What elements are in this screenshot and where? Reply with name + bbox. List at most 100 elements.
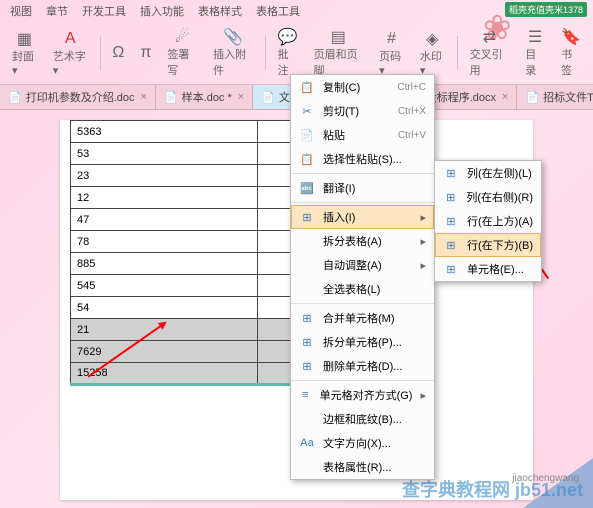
menu-label: 粘贴 (323, 127, 390, 143)
menu-shortcut: Ctrl+V (398, 130, 426, 141)
doc-tab[interactable]: 📄招标文件TDZC2016N0108 (1).doc× (517, 85, 593, 109)
attach-icon: 📎 (223, 28, 243, 46)
menu-item[interactable]: 📋 选择性粘贴(S)... (291, 147, 434, 171)
tab-view[interactable]: 视图 (10, 3, 32, 19)
menu-item[interactable]: ⊞ 插入(I) ▸ (291, 205, 434, 229)
omega-button[interactable]: Ω (108, 42, 128, 64)
menu-item[interactable]: ⊞ 合并单元格(M) (291, 306, 434, 330)
menu-icon: 📋 (299, 81, 315, 94)
watermark-button[interactable]: ◈水印▾ (416, 28, 449, 79)
menu-icon: 🔤 (299, 182, 315, 195)
sign-button[interactable]: ☄签署写 (163, 26, 201, 80)
separator (265, 36, 266, 70)
separator (457, 36, 458, 70)
menu-item[interactable]: Aa 文字方向(X)... (291, 431, 434, 455)
menu-item[interactable]: ⊞ 列(在右侧)(R) (435, 185, 541, 209)
tab-tabletool[interactable]: 表格工具 (256, 3, 300, 19)
pi-button[interactable]: π (136, 42, 155, 64)
menu-item[interactable]: ⊞ 行(在下方)(B) (435, 233, 541, 257)
menu-item[interactable]: ⊞列(在左侧)(L) (435, 161, 541, 185)
menu-label: 删除单元格(D)... (323, 358, 426, 374)
header-footer-button[interactable]: ▤页眉和页脚 (310, 26, 368, 80)
menu-item[interactable]: ⊞单元格(E)... (435, 257, 541, 281)
tab-tablestyle[interactable]: 表格样式 (198, 3, 242, 19)
menu-label: 剪切(T) (323, 103, 390, 119)
attach-button[interactable]: 📎插入附件 (209, 26, 257, 80)
chevron-right-icon: ▸ (420, 389, 426, 402)
menu-icon: ✂ (299, 105, 315, 118)
menu-icon: ⊞ (443, 191, 458, 204)
menu-icon: ⊞ (299, 336, 315, 349)
chevron-right-icon: ▸ (420, 259, 426, 272)
menu-label: 自动调整(A) (323, 257, 412, 273)
menu-label: 全选表格(L) (323, 281, 426, 297)
menu-label: 表格属性(R)... (323, 459, 426, 475)
menu-item[interactable]: 全选表格(L) (291, 277, 434, 301)
cover-icon: ▦ (17, 30, 32, 48)
chevron-right-icon: ▸ (420, 235, 426, 248)
chevron-right-icon: ▸ (420, 211, 426, 224)
art-icon: A (65, 30, 76, 48)
menu-item[interactable]: ✂ 剪切(T) Ctrl+X (291, 99, 434, 123)
menu-item[interactable]: 🔤翻译(I) (291, 176, 434, 200)
doc-tab[interactable]: 📄样本.doc *× (156, 85, 253, 109)
menu-item[interactable]: 📄 粘贴 Ctrl+V (291, 123, 434, 147)
menu-label: 合并单元格(M) (323, 310, 426, 326)
cover-button[interactable]: ▦封面▾ (8, 28, 41, 79)
menu-icon: ⊞ (299, 211, 315, 224)
menu-shortcut: Ctrl+C (397, 82, 426, 93)
menu-label: 文字方向(X)... (323, 435, 426, 451)
menu-label: 列(在右侧)(R) (466, 189, 533, 205)
doc-tab[interactable]: 📄打印机参数及介绍.doc× (0, 85, 156, 109)
menu-icon: ⊞ (443, 239, 459, 252)
menu-label: 复制(C) (323, 79, 389, 95)
menu-item[interactable]: 边框和底纹(B)... (291, 407, 434, 431)
close-icon[interactable]: × (502, 91, 508, 103)
omega-icon: Ω (112, 44, 124, 62)
pagenum-icon: # (387, 30, 396, 48)
doc-icon: 📄 (525, 91, 539, 104)
tab-chapter[interactable]: 章节 (46, 3, 68, 19)
comment-button[interactable]: 💬批注 (274, 26, 302, 80)
hf-icon: ▤ (331, 28, 346, 46)
menu-item[interactable]: 表格属性(R)... (291, 455, 434, 479)
menu-label: 拆分表格(A) (323, 233, 412, 249)
menu-icon: Aa (299, 437, 315, 449)
doc-icon: 📄 (261, 91, 275, 104)
bookmark-button[interactable]: 🔖书签 (557, 26, 585, 80)
menu-icon: ⊞ (443, 263, 459, 276)
pagenum-button[interactable]: #页码▾ (375, 28, 408, 79)
close-icon[interactable]: × (141, 91, 147, 103)
menu-item[interactable]: ⊞ 删除单元格(D)... (291, 354, 434, 378)
menu-label: 边框和底纹(B)... (323, 411, 426, 427)
menu-label: 选择性粘贴(S)... (323, 151, 426, 167)
menu-shortcut: Ctrl+X (398, 106, 426, 117)
menu-item[interactable]: ≡单元格对齐方式(G)▸ (291, 383, 434, 407)
insert-submenu: ⊞列(在左侧)(L)⊞列(在右侧)(R)⊞行(在上方)(A)⊞行(在下方)(B)… (434, 160, 542, 282)
menu-icon: 📋 (299, 153, 315, 166)
menu-icon: ⊞ (299, 312, 315, 325)
menu-item[interactable]: 拆分表格(A) ▸ (291, 229, 434, 253)
menu-label: 列(在左侧)(L) (467, 165, 533, 181)
menu-label: 插入(I) (323, 209, 412, 225)
menu-item[interactable]: ⊞ 行(在上方)(A) (435, 209, 541, 233)
menu-icon: ⊞ (443, 215, 459, 228)
menu-item[interactable]: 自动调整(A) ▸ (291, 253, 434, 277)
tab-insert[interactable]: 插入功能 (140, 3, 184, 19)
menu-label: 行(在下方)(B) (467, 237, 533, 253)
tab-dev[interactable]: 开发工具 (82, 3, 126, 19)
separator (100, 36, 101, 70)
bookmark-icon: 🔖 (561, 28, 581, 46)
menu-icon: ⊞ (299, 360, 315, 373)
menu-item[interactable]: ⊞拆分单元格(P)... (291, 330, 434, 354)
menu-label: 单元格对齐方式(G) (320, 387, 413, 403)
doc-icon: 📄 (8, 91, 22, 104)
comment-icon: 💬 (278, 28, 298, 46)
close-icon[interactable]: × (238, 91, 244, 103)
watermark-icon: ◈ (426, 30, 438, 48)
menu-label: 行(在上方)(A) (467, 213, 533, 229)
context-menu: 📋 复制(C) Ctrl+C ✂ 剪切(T) Ctrl+X 📄 粘贴 Ctrl+V 📋 选择性粘贴(… (290, 74, 435, 480)
art-button[interactable]: A艺术字▾ (49, 28, 92, 79)
menu-item[interactable]: 📋 复制(C) Ctrl+C (291, 75, 434, 99)
menu-icon: 📄 (299, 129, 315, 142)
